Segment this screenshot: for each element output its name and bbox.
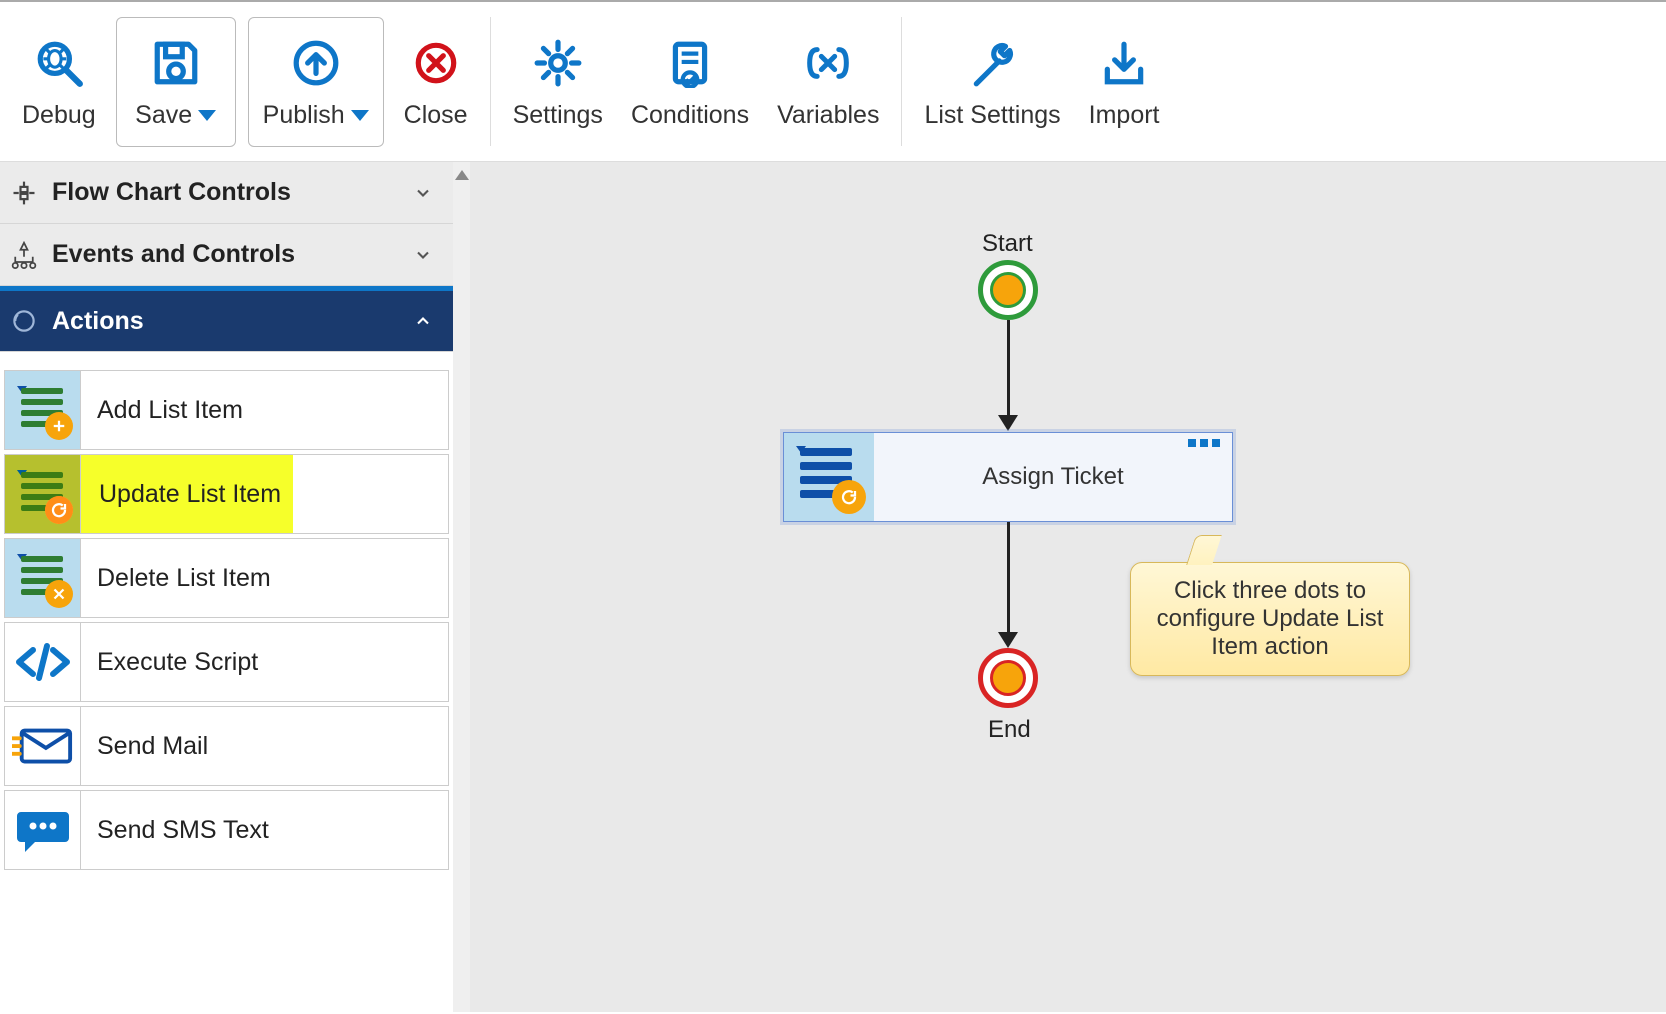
start-label: Start [982,230,1033,258]
conditions-button[interactable]: Conditions [617,17,763,147]
action-send-sms[interactable]: Send SMS Text [4,790,449,870]
accordion-label: Events and Controls [52,240,399,269]
gear-icon [533,33,583,93]
debug-button[interactable]: Debug [8,17,110,147]
accordion-label: Flow Chart Controls [52,178,399,207]
action-list: Add List Item Update List Item Delete Li… [0,352,453,870]
accordion-flow-chart-controls[interactable]: Flow Chart Controls [0,162,453,224]
publish-icon [291,33,341,93]
import-icon [1099,33,1149,93]
arrow-down-icon [998,415,1018,431]
flowchart-icon [8,179,40,207]
actions-icon [8,307,40,335]
arrow-down-icon [998,632,1018,648]
variables-label: Variables [777,101,879,130]
action-execute-script[interactable]: Execute Script [4,622,449,702]
close-label: Close [404,101,468,130]
sms-icon [5,791,81,869]
node-menu-dots[interactable] [1188,439,1220,447]
action-label: Delete List Item [81,564,271,593]
action-label: Add List Item [81,396,243,425]
accordion-events-controls[interactable]: Events and Controls [0,224,453,286]
start-node[interactable] [978,260,1038,320]
add-list-item-icon [5,371,81,449]
close-button[interactable]: Close [390,17,482,147]
debug-label: Debug [22,101,96,130]
close-icon [411,33,461,93]
import-button[interactable]: Import [1075,17,1174,147]
wrench-icon [968,33,1018,93]
action-delete-list-item[interactable]: Delete List Item [4,538,449,618]
delete-list-item-icon [5,539,81,617]
list-settings-button[interactable]: List Settings [910,17,1074,147]
mail-icon [5,707,81,785]
action-add-list-item[interactable]: Add List Item [4,370,449,450]
code-icon [5,623,81,701]
save-icon [151,33,201,93]
flow-node-title: Assign Ticket [874,433,1232,521]
bug-search-icon [34,33,84,93]
settings-label: Settings [513,101,603,130]
update-list-item-icon [784,433,874,521]
end-node[interactable] [978,648,1038,708]
conditions-icon [665,33,715,93]
action-label: Execute Script [81,648,258,677]
save-button[interactable]: Save [116,17,236,147]
chevron-down-icon [411,181,435,205]
import-label: Import [1089,101,1160,130]
splitter-handle[interactable] [453,162,470,1012]
action-label: Send Mail [81,732,208,761]
callout-tail [1186,535,1222,565]
variables-button[interactable]: Variables [763,17,893,147]
publish-label: Publish [263,101,345,130]
list-settings-label: List Settings [924,101,1060,130]
connector [1007,320,1010,418]
caret-down-icon [351,110,369,121]
save-label: Save [135,101,192,130]
action-update-list-item[interactable]: Update List Item [4,454,449,534]
connector [1007,522,1010,635]
events-icon [8,241,40,269]
publish-button[interactable]: Publish [248,17,384,147]
update-list-item-icon [5,455,81,533]
accordion-label: Actions [52,307,399,336]
sidebar: Flow Chart Controls Events and Controls … [0,162,453,1012]
action-label: Send SMS Text [81,816,269,845]
chevron-down-icon [411,243,435,267]
conditions-label: Conditions [631,101,749,130]
flow-canvas[interactable]: Start Assign Ticket End Click three dots… [470,162,1666,1012]
end-label: End [988,716,1031,744]
accordion-actions[interactable]: Actions [0,286,453,352]
tooltip-callout: Click three dots to configure Update Lis… [1130,562,1410,676]
flow-node-assign-ticket[interactable]: Assign Ticket [783,432,1233,522]
settings-button[interactable]: Settings [499,17,617,147]
action-label: Update List Item [83,480,281,509]
action-send-mail[interactable]: Send Mail [4,706,449,786]
chevron-up-icon [411,309,435,333]
callout-text: Click three dots to configure Update Lis… [1157,577,1384,660]
toolbar: Debug Save Publish Close Settings [0,2,1666,162]
caret-down-icon [198,110,216,121]
variables-icon [803,33,853,93]
